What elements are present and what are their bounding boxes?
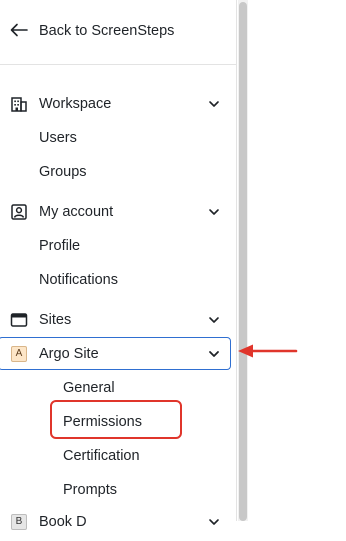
sidebar-item-label: Argo Site [39, 346, 99, 362]
site-badge: B [11, 514, 27, 530]
scrollbar-thumb[interactable] [239, 2, 247, 521]
chevron-down-icon [209, 209, 219, 215]
sidebar-item-certification[interactable]: Certification [0, 439, 236, 473]
sidebar-item-label: Sites [39, 312, 72, 328]
sidebar-item-label: Prompts [63, 482, 117, 498]
sidebar-item-prompts[interactable]: Prompts [0, 473, 236, 507]
sidebar-item-profile[interactable]: Profile [0, 229, 236, 263]
sidebar-item-groups[interactable]: Groups [0, 155, 236, 189]
arrow-left-icon [10, 23, 28, 37]
sidebar-item-label: Profile [39, 238, 81, 254]
sidebar-item-argo-site[interactable]: Argo Site [0, 337, 236, 371]
back-to-screensteps-link[interactable]: Back to ScreenSteps [0, 14, 236, 48]
sidebar-item-notifications[interactable]: Notifications [0, 263, 236, 297]
sidebar-item-users[interactable]: Users [0, 121, 236, 155]
sidebar-item-label: Notifications [39, 272, 118, 288]
user-card-icon [11, 204, 27, 220]
sidebar-item-label: Workspace [39, 96, 112, 112]
sidebar-item-sites[interactable]: Sites [0, 303, 236, 337]
chevron-down-icon [209, 101, 219, 107]
sidebar-item-label: General [63, 380, 115, 396]
sidebar-item-label: My account [39, 204, 114, 220]
sidebar-item-label: Certification [63, 448, 140, 464]
chevron-down-icon [209, 317, 219, 323]
sidebar-item-next-site[interactable]: Book D [0, 507, 236, 541]
sidebar-item-workspace[interactable]: Workspace [0, 87, 236, 121]
annotation-highlight-box [50, 400, 182, 439]
sidebar-item-label: Groups [39, 164, 87, 180]
sidebar: Back to ScreenSteps Workspace Users Grou… [0, 0, 237, 530]
sidebar-item-label: Users [39, 130, 77, 146]
chevron-down-icon [209, 519, 219, 525]
browser-window-icon [10, 313, 28, 327]
back-label: Back to ScreenSteps [39, 23, 175, 39]
building-icon [11, 97, 27, 112]
chevron-down-icon [209, 351, 219, 357]
divider [0, 64, 236, 65]
sidebar-item-label: Book D [39, 514, 87, 530]
sidebar-item-my-account[interactable]: My account [0, 195, 236, 229]
annotation-arrow-icon [238, 344, 298, 358]
site-badge: A [11, 346, 27, 362]
